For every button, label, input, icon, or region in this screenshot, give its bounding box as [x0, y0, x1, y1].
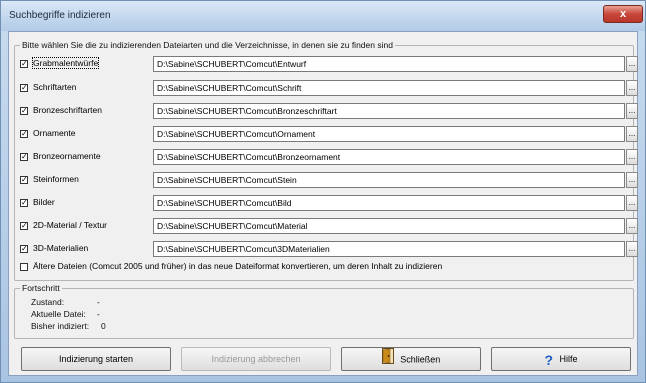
status-value: -	[97, 297, 100, 307]
status-line: Zustand: -	[31, 297, 100, 307]
cancel-indexing-button[interactable]: Indizierung abbrechen	[181, 347, 331, 371]
row-label: Bronzeornamente	[33, 151, 101, 161]
row-label: 3D-Materialien	[33, 243, 89, 253]
door-exit-icon	[381, 348, 394, 372]
convert-checkbox[interactable]	[20, 263, 28, 271]
browse-button[interactable]: ...	[626, 195, 638, 211]
current-file-line: Aktuelle Datei: -	[31, 309, 100, 319]
path-input[interactable]: D:\Sabine\SCHUBERT\Comcut\Bild	[153, 195, 625, 211]
row-label: Ornamente	[33, 128, 76, 138]
close-button-label: Schließen	[400, 354, 441, 365]
row-label: Grabmalentwürfe	[31, 57, 100, 69]
status-label: Zustand:	[31, 297, 65, 307]
indexed-count-label: Bisher indiziert:	[31, 321, 90, 331]
path-input[interactable]: D:\Sabine\SCHUBERT\Comcut\Ornament	[153, 126, 625, 142]
row-checkbox[interactable]: ✓	[20, 130, 28, 138]
question-mark-icon: ?	[544, 351, 554, 368]
cancel-indexing-label: Indizierung abbrechen	[211, 354, 301, 364]
row-checkbox[interactable]: ✓	[20, 84, 28, 92]
start-indexing-button[interactable]: Indizierung starten	[21, 347, 171, 371]
title-bar[interactable]: Suchbegriffe indizieren x	[1, 1, 645, 31]
row-label: Steinformen	[33, 174, 79, 184]
browse-button[interactable]: ...	[626, 218, 638, 234]
indexed-count-line: Bisher indiziert: 0	[31, 321, 106, 331]
window-close-button[interactable]: x	[603, 5, 643, 23]
row-checkbox[interactable]: ✓	[20, 199, 28, 207]
row-label: Bilder	[33, 197, 55, 207]
help-button[interactable]: ? Hilfe	[491, 347, 631, 371]
row-label: 2D-Material / Textur	[33, 220, 108, 230]
browse-button[interactable]: ...	[626, 103, 638, 119]
convert-label: Ältere Dateien (Comcut 2005 und früher) …	[33, 261, 443, 271]
window-title: Suchbegriffe indizieren	[9, 10, 111, 21]
path-input[interactable]: D:\Sabine\SCHUBERT\Comcut\3DMaterialien	[153, 241, 625, 257]
file-types-group-legend: Bitte wählen Sie die zu indizierenden Da…	[20, 40, 395, 50]
progress-group-legend: Fortschritt	[20, 283, 62, 293]
path-input[interactable]: D:\Sabine\SCHUBERT\Comcut\Stein	[153, 172, 625, 188]
row-label: Schriftarten	[33, 82, 77, 92]
close-button[interactable]: Schließen	[341, 347, 481, 371]
browse-button[interactable]: ...	[626, 241, 638, 257]
dialog-window: Suchbegriffe indizieren x Bitte wählen S…	[0, 0, 646, 383]
browse-button[interactable]: ...	[626, 80, 638, 96]
path-input[interactable]: D:\Sabine\SCHUBERT\Comcut\Entwurf	[153, 56, 625, 72]
start-indexing-label: Indizierung starten	[58, 354, 134, 364]
help-button-label: Hilfe	[559, 354, 578, 364]
path-input[interactable]: D:\Sabine\SCHUBERT\Comcut\Material	[153, 218, 625, 234]
row-checkbox[interactable]: ✓	[20, 153, 28, 161]
browse-button[interactable]: ...	[626, 126, 638, 142]
row-checkbox[interactable]: ✓	[20, 222, 28, 230]
current-file-label: Aktuelle Datei:	[31, 309, 86, 319]
row-checkbox[interactable]: ✓	[20, 176, 28, 184]
row-label: Bronzeschriftarten	[33, 105, 102, 115]
browse-button[interactable]: ...	[626, 172, 638, 188]
row-checkbox[interactable]: ✓	[20, 60, 28, 68]
indexed-count-value: 0	[101, 321, 106, 331]
browse-button[interactable]: ...	[626, 149, 638, 165]
dialog-client-area: Bitte wählen Sie die zu indizierenden Da…	[8, 31, 638, 376]
progress-group: Fortschritt	[14, 283, 634, 339]
path-input[interactable]: D:\Sabine\SCHUBERT\Comcut\Bronzeschrifta…	[153, 103, 625, 119]
path-input[interactable]: D:\Sabine\SCHUBERT\Comcut\Bronzeornament	[153, 149, 625, 165]
path-input[interactable]: D:\Sabine\SCHUBERT\Comcut\Schrift	[153, 80, 625, 96]
current-file-value: -	[97, 309, 100, 319]
row-checkbox[interactable]: ✓	[20, 107, 28, 115]
browse-button[interactable]: ...	[626, 56, 638, 72]
row-checkbox[interactable]: ✓	[20, 245, 28, 253]
